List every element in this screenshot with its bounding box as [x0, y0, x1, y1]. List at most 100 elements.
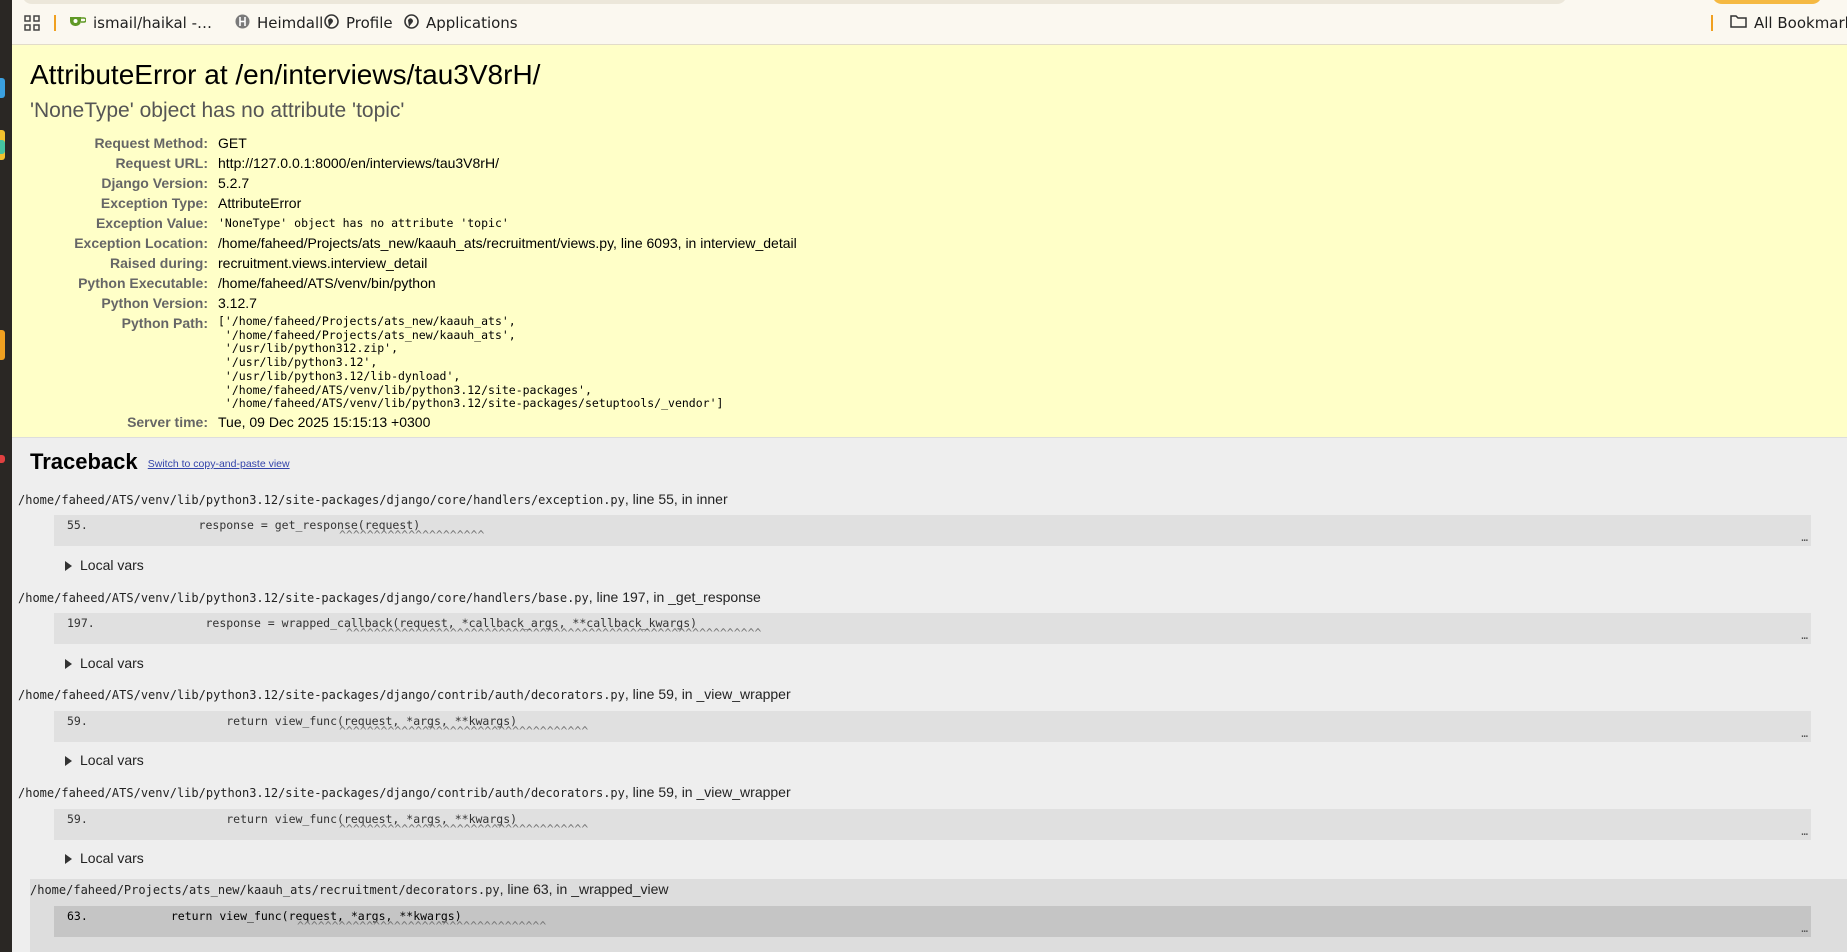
error-message: 'NoneType' object has no attribute 'topi…: [30, 99, 405, 122]
frame-filename: /home/faheed/ATS/venv/lib/python3.12/sit…: [18, 591, 589, 605]
meta-row: Request Method: GET: [32, 134, 797, 154]
local-vars-toggle[interactable]: Local vars: [65, 557, 144, 573]
line-number: 197.: [67, 616, 95, 630]
bookmark-separator: [54, 15, 56, 31]
expand-context-button[interactable]: …: [1801, 531, 1808, 544]
line-number: 55.: [67, 518, 88, 532]
expand-context-button[interactable]: …: [1801, 825, 1808, 838]
frame-filename: /home/faheed/ATS/venv/lib/python3.12/sit…: [18, 493, 625, 507]
all-bookmarks-button[interactable]: All Bookmarks: [1730, 12, 1847, 34]
frame-file-path: /home/faheed/ATS/venv/lib/python3.12/sit…: [18, 686, 791, 702]
meta-label: Exception Value:: [95, 215, 208, 231]
frame-location: , line 55, in inner: [624, 491, 728, 507]
line-number: 59.: [67, 714, 88, 728]
python-path-line: '/home/faheed/ATS/venv/lib/python3.12/si…: [218, 396, 724, 411]
frame-location: , line 63, in _wrapped_view: [499, 881, 669, 897]
python-path-line: '/usr/lib/python312.zip',: [218, 341, 399, 356]
local-vars-label: Local vars: [80, 655, 144, 671]
python-version-value: 3.12.7: [218, 295, 257, 311]
meta-label: Server time:: [127, 413, 208, 430]
triangle-right-icon: [65, 659, 72, 669]
python-path-line: '/usr/lib/python3.12/lib-dynload',: [218, 368, 461, 383]
frame-context-line[interactable]: 59. return view_func(request, *args, **k…: [54, 809, 1811, 840]
triangle-right-icon: [65, 561, 72, 571]
error-underline: ^^^^^^^^^^^^^^^^^^^^^^^^^^^^^^^^^^^^: [297, 919, 547, 933]
triangle-right-icon: [65, 854, 72, 864]
bookmark-applications[interactable]: Applications: [404, 12, 518, 34]
apps-grid-icon[interactable]: [24, 12, 47, 34]
meta-row: Django Version: 5.2.7: [32, 174, 797, 194]
meta-row: Exception Type: AttributeError: [32, 194, 797, 214]
dock-app-icon[interactable]: [0, 78, 5, 98]
python-path-line: '/home/faheed/Projects/ats_new/kaauh_ats…: [218, 327, 516, 342]
error-summary: AttributeError at /en/interviews/tau3V8r…: [12, 45, 1847, 438]
exception-location-value: /home/faheed/Projects/ats_new/kaauh_ats/…: [218, 235, 797, 251]
error-underline: ^^^^^^^^^^^^^^^^^^^^^: [339, 528, 485, 542]
expand-context-button[interactable]: …: [1801, 727, 1808, 740]
traceback-title: Traceback: [30, 449, 138, 474]
meta-row: Python Version: 3.12.7: [32, 294, 797, 314]
bookmark-profile[interactable]: Profile: [324, 12, 393, 34]
expand-context-button[interactable]: …: [1801, 922, 1808, 935]
request-method-value: GET: [218, 135, 247, 151]
request-url-value: http://127.0.0.1:8000/en/interviews/tau3…: [218, 155, 499, 171]
meta-row: Raised during: recruitment.views.intervie…: [32, 254, 797, 274]
extension-button-edge[interactable]: [1712, 0, 1822, 4]
meta-row: Python Path: ['/home/faheed/Projects/ats…: [32, 314, 797, 413]
meta-label: Exception Location:: [74, 235, 208, 251]
expand-context-button[interactable]: …: [1801, 629, 1808, 642]
frame-context-line[interactable]: 63. return view_func(request, *args, **k…: [54, 906, 1811, 937]
meta-label: Python Version:: [101, 295, 208, 311]
frame-context-line[interactable]: 59. return view_func(request, *args, **k…: [54, 711, 1811, 742]
frame-context-line[interactable]: 55. response = get_response(request) ^^^…: [54, 515, 1811, 546]
frame-filename: /home/faheed/ATS/venv/lib/python3.12/sit…: [18, 688, 625, 702]
error-underline: ^^^^^^^^^^^^^^^^^^^^^^^^^^^^^^^^^^^^: [339, 724, 589, 738]
bookmark-label: Applications: [426, 14, 518, 32]
meta-label: Raised during:: [109, 255, 208, 271]
meta-row: Server time: Tue, 09 Dec 2025 15:15:13 +0…: [32, 413, 797, 433]
traceback-heading: Traceback Switch to copy-and-paste view: [30, 449, 290, 475]
dock-app-icon[interactable]: [0, 140, 5, 154]
meta-row: Python Executable: /home/faheed/ATS/venv/…: [32, 274, 797, 294]
local-vars-label: Local vars: [80, 850, 144, 866]
line-number: 63.: [67, 909, 88, 923]
frame-file-path: /home/faheed/ATS/venv/lib/python3.12/sit…: [18, 491, 728, 507]
bookmark-label: ismail/haikal -…: [93, 14, 213, 32]
switch-copy-paste-link[interactable]: Switch to copy-and-paste view: [148, 458, 290, 470]
dock-app-icon[interactable]: [0, 455, 5, 463]
frame-file-path: /home/faheed/ATS/venv/lib/python3.12/sit…: [18, 784, 791, 800]
error-underline: ^^^^^^^^^^^^^^^^^^^^^^^^^^^^^^^^^^^^: [339, 822, 589, 836]
meta-label: Python Path:: [121, 315, 208, 331]
dock-app-icon[interactable]: [0, 330, 5, 360]
local-vars-toggle[interactable]: Local vars: [65, 655, 144, 671]
globe-icon: [404, 13, 426, 33]
line-number: 59.: [67, 812, 88, 826]
local-vars-toggle[interactable]: Local vars: [65, 752, 144, 768]
frame-file-path: /home/faheed/ATS/venv/lib/python3.12/sit…: [18, 589, 761, 605]
bookmark-gitea[interactable]: ismail/haikal -…: [69, 12, 212, 34]
python-path-value: ['/home/faheed/Projects/ats_new/kaauh_at…: [218, 314, 797, 413]
python-executable-value: /home/faheed/ATS/venv/bin/python: [218, 275, 436, 291]
local-vars-toggle[interactable]: Local vars: [65, 850, 144, 866]
folder-icon: [1730, 14, 1754, 32]
django-version-value: 5.2.7: [218, 175, 250, 191]
bookmark-heimdall[interactable]: Heimdall: [235, 12, 323, 34]
python-path-line: '/usr/lib/python3.12',: [218, 355, 378, 370]
frame-context-line[interactable]: 197. response = wrapped_callback(request…: [54, 613, 1811, 644]
frame-filename: /home/faheed/ATS/venv/lib/python3.12/sit…: [18, 786, 625, 800]
exception-value-value: 'NoneType' object has no attribute 'topi…: [218, 216, 509, 230]
gitea-icon: [69, 14, 93, 32]
address-bar-edge: [22, 0, 1567, 4]
meta-label: Django Version:: [101, 175, 208, 191]
request-meta-table: Request Method: GET Request URL: http://12…: [32, 134, 797, 433]
local-vars-label: Local vars: [80, 752, 144, 768]
bookmark-label: All Bookmarks: [1754, 14, 1847, 32]
frame-location: , line 59, in _view_wrapper: [624, 686, 791, 702]
globe-icon: [324, 13, 346, 33]
python-path-line: '/home/faheed/ATS/venv/lib/python3.12/si…: [218, 382, 592, 397]
bookmark-separator: [1711, 15, 1713, 31]
raised-during-value: recruitment.views.interview_detail: [218, 255, 428, 271]
meta-label: Request URL:: [115, 155, 208, 171]
error-title: AttributeError at /en/interviews/tau3V8r…: [30, 59, 541, 90]
meta-label: Request Method:: [94, 135, 208, 151]
